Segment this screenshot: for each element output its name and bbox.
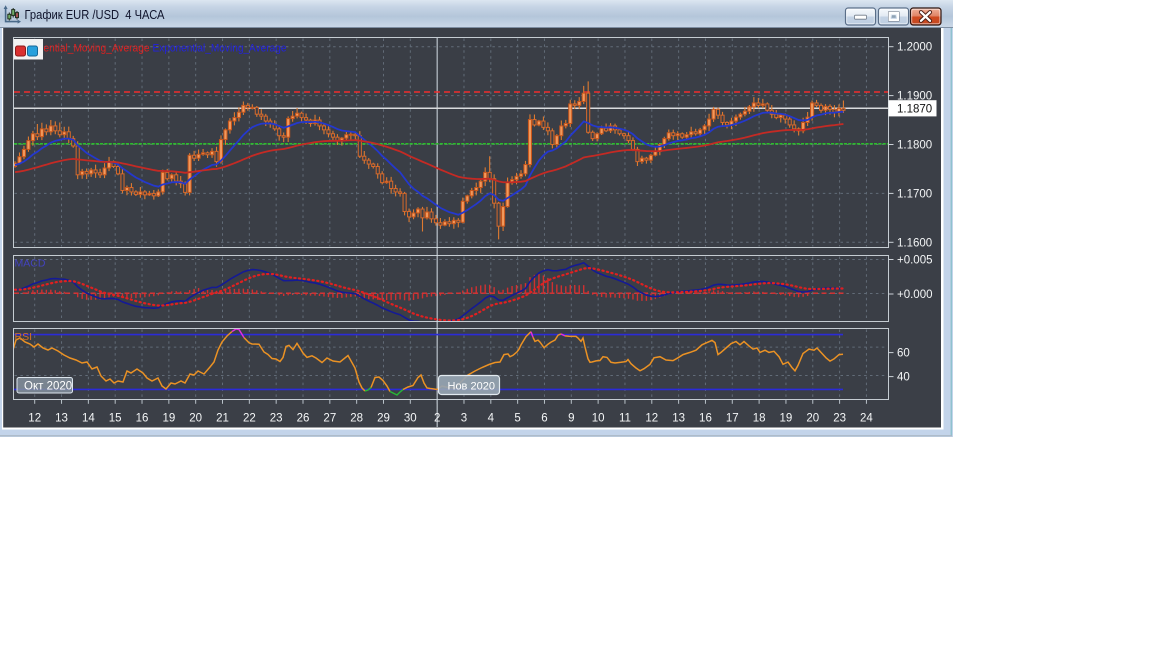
svg-text:19: 19 <box>162 413 175 425</box>
svg-text:2: 2 <box>434 413 440 425</box>
svg-text:3: 3 <box>461 413 467 425</box>
svg-text:21: 21 <box>216 413 229 425</box>
svg-text:12: 12 <box>645 413 658 425</box>
svg-text:18: 18 <box>753 413 766 425</box>
svg-text:6: 6 <box>541 413 547 425</box>
svg-text:20: 20 <box>189 413 202 425</box>
svg-text:1.1600: 1.1600 <box>897 237 932 249</box>
svg-text:Нов 2020: Нов 2020 <box>448 380 495 392</box>
svg-text:9: 9 <box>568 413 574 425</box>
svg-text:1.1870: 1.1870 <box>897 103 932 115</box>
svg-text:30: 30 <box>404 413 417 425</box>
svg-text:+0.005: +0.005 <box>897 255 933 267</box>
svg-text:1.1700: 1.1700 <box>897 188 932 200</box>
svg-text:15: 15 <box>109 413 122 425</box>
svg-text:23: 23 <box>270 413 283 425</box>
svg-text:10: 10 <box>592 413 605 425</box>
svg-text:16: 16 <box>136 413 149 425</box>
svg-text:27: 27 <box>323 413 336 425</box>
svg-text:23: 23 <box>833 413 846 425</box>
svg-text:+0.000: +0.000 <box>897 289 933 301</box>
svg-text:24: 24 <box>860 413 873 425</box>
svg-text:1.2000: 1.2000 <box>897 42 932 54</box>
svg-text:60: 60 <box>897 348 910 360</box>
svg-text:MACD: MACD <box>15 258 46 270</box>
svg-text:19: 19 <box>780 413 793 425</box>
svg-text:13: 13 <box>55 413 68 425</box>
svg-text:5: 5 <box>514 413 520 425</box>
svg-text:26: 26 <box>297 413 310 425</box>
svg-text:16: 16 <box>699 413 712 425</box>
svg-text:20: 20 <box>806 413 819 425</box>
svg-text:4: 4 <box>488 413 495 425</box>
svg-text:13: 13 <box>672 413 685 425</box>
svg-text:График EUR /USD 4 ЧАСА: График EUR /USD 4 ЧАСА <box>25 7 165 22</box>
svg-text:22: 22 <box>243 413 256 425</box>
svg-text:14: 14 <box>82 413 95 425</box>
svg-text:Окт 2020: Окт 2020 <box>24 381 72 393</box>
svg-text:40: 40 <box>897 372 910 384</box>
svg-text:11: 11 <box>619 413 631 425</box>
svg-text:1.1800: 1.1800 <box>897 140 932 152</box>
svg-text:ential_Moving_Average: ential_Moving_Average <box>44 43 150 55</box>
svg-text:29: 29 <box>377 413 390 425</box>
svg-text:28: 28 <box>350 413 363 425</box>
svg-text:12: 12 <box>28 413 41 425</box>
svg-text:Exponential_Moving_Average: Exponential_Moving_Average <box>153 43 287 55</box>
svg-text:17: 17 <box>726 413 739 425</box>
svg-text:RSI: RSI <box>15 331 33 343</box>
